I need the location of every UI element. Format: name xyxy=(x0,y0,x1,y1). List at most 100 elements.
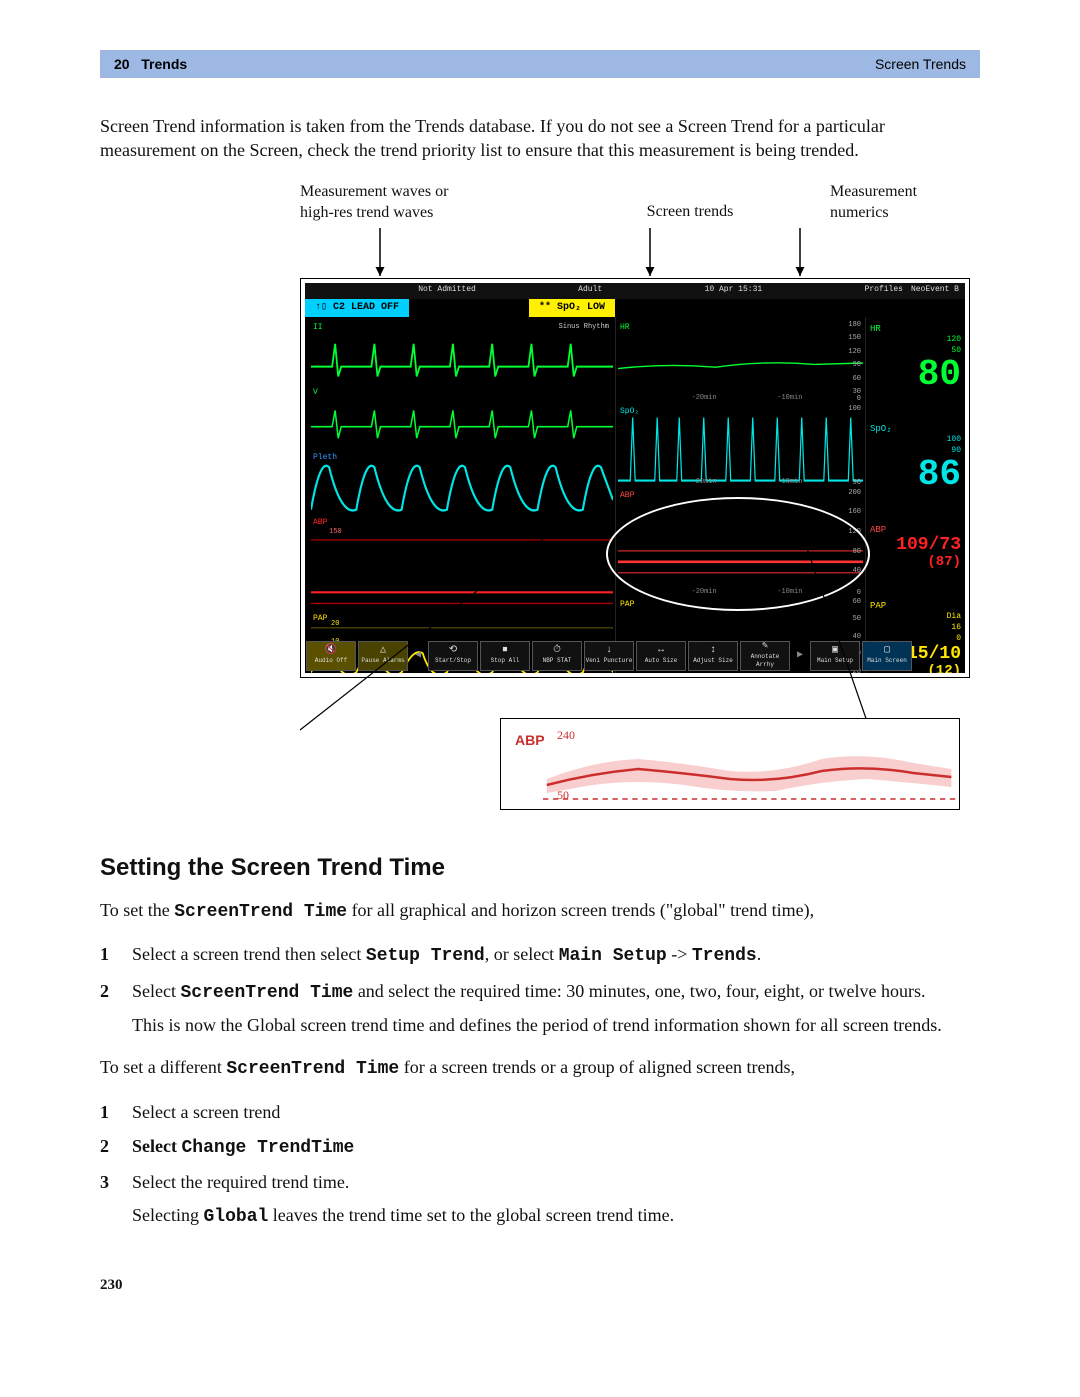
numeric-hr[interactable]: HR 120 50 80 xyxy=(870,321,961,422)
step-body: Select a screen trend xyxy=(132,1100,980,1124)
status-neoevent: NeoEvent B xyxy=(911,285,959,296)
smartkey-icon: 🔇 xyxy=(325,646,337,656)
smartkey-main-screen[interactable]: ▢Main Screen xyxy=(862,641,912,671)
step-body: Select Change TrendTime xyxy=(132,1134,980,1160)
numeric-hr-label: HR xyxy=(870,323,881,335)
smartkey-auto-size[interactable]: ↔Auto Size xyxy=(636,641,686,671)
alarm-banner-spo2-low[interactable]: ** SpO₂ LOW xyxy=(529,299,615,317)
numeric-spo2-label: SpO₂ xyxy=(870,423,892,435)
trend-abp[interactable]: ABP 200 160 120 80 40 xyxy=(618,489,863,598)
smartkey-bar: 🔇Audio Off△Pause Alarms◀⟲Start/Stop⏹Stop… xyxy=(305,639,965,673)
step-number: 1 xyxy=(100,942,114,968)
smartkey-veni-puncture[interactable]: ↓Veni Puncture xyxy=(584,641,634,671)
step-body: Select a screen trend then select Setup … xyxy=(132,942,980,968)
smartkey-start-stop[interactable]: ⟲Start/Stop xyxy=(428,641,478,671)
wave-abp[interactable]: ABP 150 xyxy=(311,516,613,611)
global-trend-intro: To set the ScreenTrend Time for all grap… xyxy=(100,898,980,924)
step-item: 2 Select ScreenTrend Time and select the … xyxy=(100,979,980,1038)
ui-term: ScreenTrend Time xyxy=(180,983,353,1003)
wave-ecg-primary[interactable]: II Sinus Rhythm xyxy=(311,321,613,386)
wave-pap-label: PAP xyxy=(313,614,327,625)
smartkey-label: Start/Stop xyxy=(435,657,471,665)
wave-pleth[interactable]: Pleth xyxy=(311,451,613,516)
smartkey-stop-all[interactable]: ⏹Stop All xyxy=(480,641,530,671)
smartkey-label: Auto Size xyxy=(645,657,677,665)
status-profiles: Profiles xyxy=(865,285,903,296)
trend-abp-label: ABP xyxy=(620,491,634,502)
wave-pap-scale-top: 20 xyxy=(331,620,339,629)
step-item: 1 Select a screen trend xyxy=(100,1100,980,1124)
smartkey-icon: ⏱ xyxy=(553,646,561,656)
smartkey-icon: ✎ xyxy=(762,642,768,652)
trend-spo2-label: SpO₂ xyxy=(620,407,639,418)
ui-term: Main Setup xyxy=(559,946,667,966)
smartkey-main-setup[interactable]: ▣Main Setup xyxy=(810,641,860,671)
smartkey-adjust-size[interactable]: ↕Adjust Size xyxy=(688,641,738,671)
smartkey-scroll-right[interactable]: ▶ xyxy=(791,641,809,671)
numeric-abp-label: ABP xyxy=(870,524,886,536)
steps-single-list: 1 Select a screen trend 2 Select Change Tre… xyxy=(100,1100,980,1229)
wave-ecg-lead-label: II xyxy=(313,323,323,334)
ui-term: Setup Trend xyxy=(366,946,485,966)
monitor-waves-column: II Sinus Rhythm V xyxy=(305,317,615,673)
smartkey-icon: ⏹ xyxy=(503,646,508,656)
step-item: 3 Select the required trend time.Selectin… xyxy=(100,1170,980,1229)
smartkey-pause-alarms[interactable]: △Pause Alarms xyxy=(358,641,408,671)
smartkey-nbp-stat[interactable]: ⏱NBP STAT xyxy=(532,641,582,671)
numeric-abp-mean: (87) xyxy=(870,555,961,570)
wave-abp-label: ABP xyxy=(313,518,327,529)
monitor-trends-column: HR 180 150 120 90 60 30 0 xyxy=(615,317,865,673)
smartkey-audio-off[interactable]: 🔇Audio Off xyxy=(306,641,356,671)
step-number: 2 xyxy=(100,1134,114,1160)
section-heading: Setting the Screen Trend Time xyxy=(100,852,980,884)
smartkey-label: Veni Puncture xyxy=(586,657,633,665)
smartkey-icon: ⟲ xyxy=(449,646,457,656)
numeric-hr-value: 80 xyxy=(870,357,961,393)
step-body: Select the required trend time.Selecting… xyxy=(132,1170,980,1229)
monitor-figure: Not Admitted Adult 10 Apr 15:31 Profiles… xyxy=(300,278,970,678)
alarm-banner-lead-off[interactable]: ↑▯ C2 LEAD OFF xyxy=(305,299,409,317)
rhythm-label: Sinus Rhythm xyxy=(559,323,609,332)
step-body: Select ScreenTrend Time and select the r… xyxy=(132,979,980,1038)
page-number: 230 xyxy=(100,1275,980,1295)
section-title: Screen Trends xyxy=(875,55,966,74)
step-number: 1 xyxy=(100,1100,114,1124)
step-item: 2 Select Change TrendTime xyxy=(100,1134,980,1160)
wave-ecg-secondary[interactable]: V xyxy=(311,386,613,451)
single-trend-intro: To set a different ScreenTrend Time for … xyxy=(100,1055,980,1081)
monitor-alarm-banners: ↑▯ C2 LEAD OFF ** SpO₂ LOW xyxy=(305,299,965,317)
step-number: 3 xyxy=(100,1170,114,1229)
smartkey-scroll-left[interactable]: ◀ xyxy=(409,641,427,671)
smartkey-icon: ↔ xyxy=(658,646,664,656)
wave-pleth-label: Pleth xyxy=(313,453,337,464)
numeric-pap-label: PAP xyxy=(870,600,886,612)
smartkey-label: NBP STAT xyxy=(543,657,572,665)
trend-hr[interactable]: HR 180 150 120 90 60 30 0 xyxy=(618,321,863,405)
trend-spo2[interactable]: SpO₂ 100 90 -20min -10min xyxy=(618,405,863,489)
page-header: 20 Trends Screen Trends xyxy=(100,50,980,78)
step-number: 2 xyxy=(100,979,114,1038)
smartkey-label: Annotate Arrhy xyxy=(741,653,789,669)
numeric-abp[interactable]: ABP 109/73 (87) xyxy=(870,522,961,598)
callout-measurement-numerics: Measurement numerics xyxy=(830,181,970,224)
smartkey-icon: ↓ xyxy=(606,646,612,656)
smartkey-label: Pause Alarms xyxy=(361,657,404,665)
smartkey-icon: ↕ xyxy=(710,646,716,656)
smartkey-annotate-arrhy[interactable]: ✎Annotate Arrhy xyxy=(740,641,790,671)
wave-abp-scale: 150 xyxy=(329,528,342,537)
step-item: 1 Select a screen trend then select Setup… xyxy=(100,942,980,968)
ui-term: Change TrendTime xyxy=(181,1138,354,1158)
trend-hr-label: HR xyxy=(620,323,630,334)
status-not-admitted: Not Admitted xyxy=(418,285,476,296)
status-datetime: 10 Apr 15:31 xyxy=(705,285,763,296)
wave-v-lead-label: V xyxy=(313,388,318,399)
intro-paragraph: Screen Trend information is taken from t… xyxy=(100,114,980,163)
callout-measurement-waves: Measurement waves or high-res trend wave… xyxy=(300,181,480,224)
numeric-spo2-value: 86 xyxy=(870,457,961,493)
smartkey-label: Audio Off xyxy=(315,657,347,665)
smartkey-label: Adjust Size xyxy=(693,657,733,665)
smartkey-label: Main Screen xyxy=(867,657,907,665)
ui-term: Trends xyxy=(692,946,757,966)
numeric-spo2[interactable]: SpO₂ 100 90 86 xyxy=(870,421,961,522)
monitor-numerics-column: HR 120 50 80 SpO₂ 100 90 86 xyxy=(865,317,965,673)
